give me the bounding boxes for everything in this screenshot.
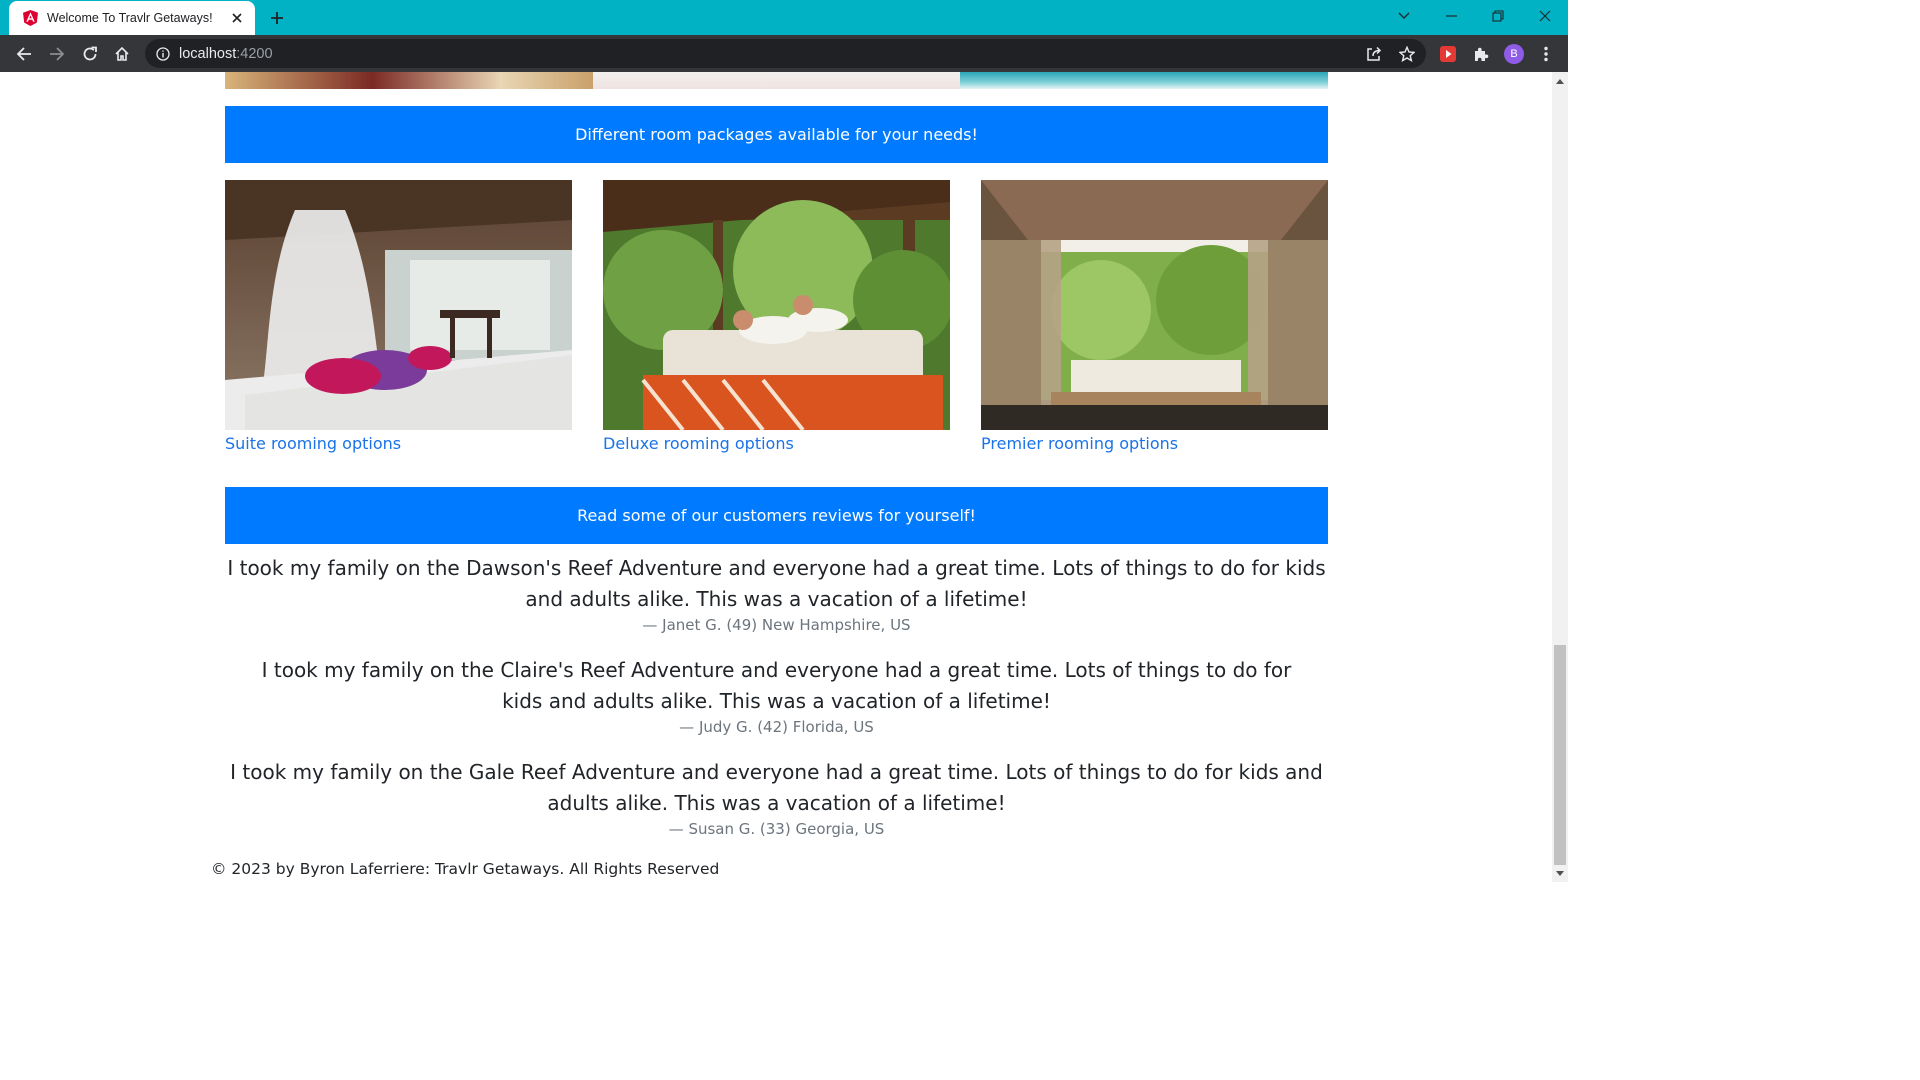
scroll-up-arrow-icon[interactable] <box>1555 76 1565 86</box>
room-card-premier: Premier rooming options <box>981 180 1328 453</box>
browser-toolbar: localhost:4200 B <box>0 35 1568 72</box>
premier-rooming-link[interactable]: Premier rooming options <box>981 434 1328 453</box>
profile-initial: B <box>1504 44 1524 64</box>
deluxe-room-photo[interactable] <box>603 180 950 430</box>
previous-image-fragment <box>593 72 960 89</box>
review-author: — Susan G. (33) Georgia, US <box>668 820 885 838</box>
review-item: I took my family on the Gale Reef Advent… <box>225 757 1328 838</box>
url-port: :4200 <box>236 45 273 62</box>
bookmark-star-icon[interactable] <box>1396 43 1418 65</box>
previous-image-fragment <box>960 72 1328 89</box>
scroll-down-arrow-icon[interactable] <box>1555 869 1565 879</box>
review-quote: I took my family on the Gale Reef Advent… <box>230 760 1323 815</box>
deluxe-rooming-link[interactable]: Deluxe rooming options <box>603 434 950 453</box>
forward-arrow-icon[interactable] <box>46 43 68 65</box>
room-card-deluxe: Deluxe rooming options <box>603 180 950 453</box>
home-icon[interactable] <box>111 43 133 65</box>
scrollbar-thumb[interactable] <box>1554 645 1566 865</box>
page-viewport: Different room packages available for yo… <box>0 72 1552 882</box>
back-arrow-icon[interactable] <box>13 43 35 65</box>
footer-copyright: © 2023 by Byron Laferriere: Travlr Getaw… <box>211 860 720 878</box>
review-quote: I took my family on the Dawson's Reef Ad… <box>227 556 1326 611</box>
minimize-icon[interactable] <box>1439 6 1463 26</box>
browser-tab[interactable]: Welcome To Travlr Getaways! <box>9 1 255 35</box>
reload-icon[interactable] <box>79 43 101 65</box>
profile-avatar[interactable]: B <box>1503 43 1525 65</box>
premier-room-photo[interactable] <box>981 180 1328 430</box>
reviews-banner: Read some of our customers reviews for y… <box>225 487 1328 544</box>
url-text: localhost:4200 <box>179 46 273 62</box>
review-author: — Judy G. (42) Florida, US <box>679 718 874 736</box>
tab-search-chevron-icon[interactable] <box>1392 6 1416 26</box>
close-tab-icon[interactable] <box>229 10 245 26</box>
site-info-icon[interactable] <box>155 46 171 62</box>
share-icon[interactable] <box>1363 43 1385 65</box>
restore-icon[interactable] <box>1486 6 1510 26</box>
suite-rooming-link[interactable]: Suite rooming options <box>225 434 572 453</box>
tab-title: Welcome To Travlr Getaways! <box>47 11 213 25</box>
review-item: I took my family on the Dawson's Reef Ad… <box>225 553 1328 634</box>
review-author: — Janet G. (49) New Hampshire, US <box>642 616 911 634</box>
angular-logo-icon <box>22 10 38 26</box>
extension-red-icon[interactable] <box>1437 43 1459 65</box>
room-card-suite: Suite rooming options <box>225 180 572 453</box>
page-scrollbar[interactable] <box>1552 72 1568 882</box>
review-item: I took my family on the Claire's Reef Ad… <box>225 655 1328 736</box>
kebab-menu-icon[interactable] <box>1535 43 1557 65</box>
url-host: localhost <box>179 45 237 62</box>
new-tab-icon[interactable] <box>266 7 288 29</box>
suite-room-photo[interactable] <box>225 180 572 430</box>
address-bar[interactable]: localhost:4200 <box>145 39 1426 68</box>
browser-tab-strip: Welcome To Travlr Getaways! <box>0 0 1568 35</box>
extensions-puzzle-icon[interactable] <box>1470 43 1492 65</box>
previous-image-fragment <box>225 72 593 89</box>
close-window-icon[interactable] <box>1533 6 1557 26</box>
review-quote: I took my family on the Claire's Reef Ad… <box>261 658 1292 713</box>
rooms-banner: Different room packages available for yo… <box>225 106 1328 163</box>
